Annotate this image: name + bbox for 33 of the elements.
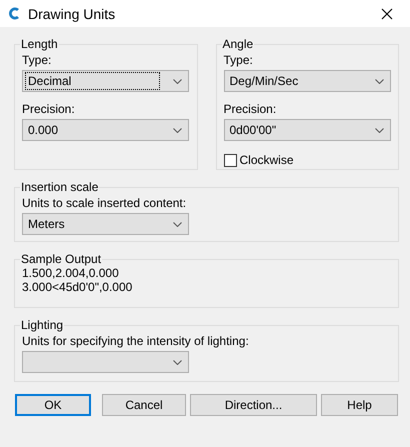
group-title: Insertion scale <box>20 180 100 194</box>
field-label: Units to scale inserted content: <box>22 196 186 210</box>
group-title: Lighting <box>20 318 64 332</box>
group-title: Length <box>20 37 59 51</box>
window-title: Drawing Units <box>28 6 116 22</box>
dialog-button[interactable]: Cancel <box>102 394 186 416</box>
sample-output-line: 1.500,2.004,0.000 <box>22 266 120 280</box>
clockwise-checkbox[interactable] <box>224 154 236 166</box>
dialog-button[interactable]: OK <box>15 394 91 416</box>
chevron-icon <box>173 128 182 132</box>
length-type-dropdown[interactable]: Decimal <box>22 70 189 92</box>
field-label: Type: <box>22 53 52 67</box>
chevron-icon <box>173 222 182 226</box>
length-precision-dropdown[interactable]: 0.000 <box>22 119 189 141</box>
field-label: Precision: <box>22 102 75 116</box>
checkbox-label: Clockwise <box>240 153 294 167</box>
sample-output-line: 3.000<45d0'0",0.000 <box>22 280 134 294</box>
insertion-units-dropdown[interactable]: Meters <box>22 213 189 235</box>
dialog-button[interactable]: Direction... <box>190 394 317 416</box>
chevron-icon <box>374 78 384 84</box>
field-label: Precision: <box>224 102 276 116</box>
angle-type-dropdown[interactable]: Deg/Min/Sec <box>224 70 390 92</box>
chevron-icon <box>173 360 182 364</box>
close-icon <box>381 8 393 20</box>
field-label: Units for specifying the intensity of lighting: <box>22 334 249 348</box>
group-title: Sample Output <box>20 252 102 266</box>
field-label: Type: <box>224 53 253 67</box>
app-logo-icon <box>6 6 22 22</box>
group-title: Angle <box>222 37 254 51</box>
dialog-button[interactable]: Help <box>321 394 398 416</box>
chevron-icon <box>173 78 182 84</box>
chevron-icon <box>374 128 384 132</box>
angle-precision-dropdown[interactable]: 0d00'00" <box>224 119 390 141</box>
